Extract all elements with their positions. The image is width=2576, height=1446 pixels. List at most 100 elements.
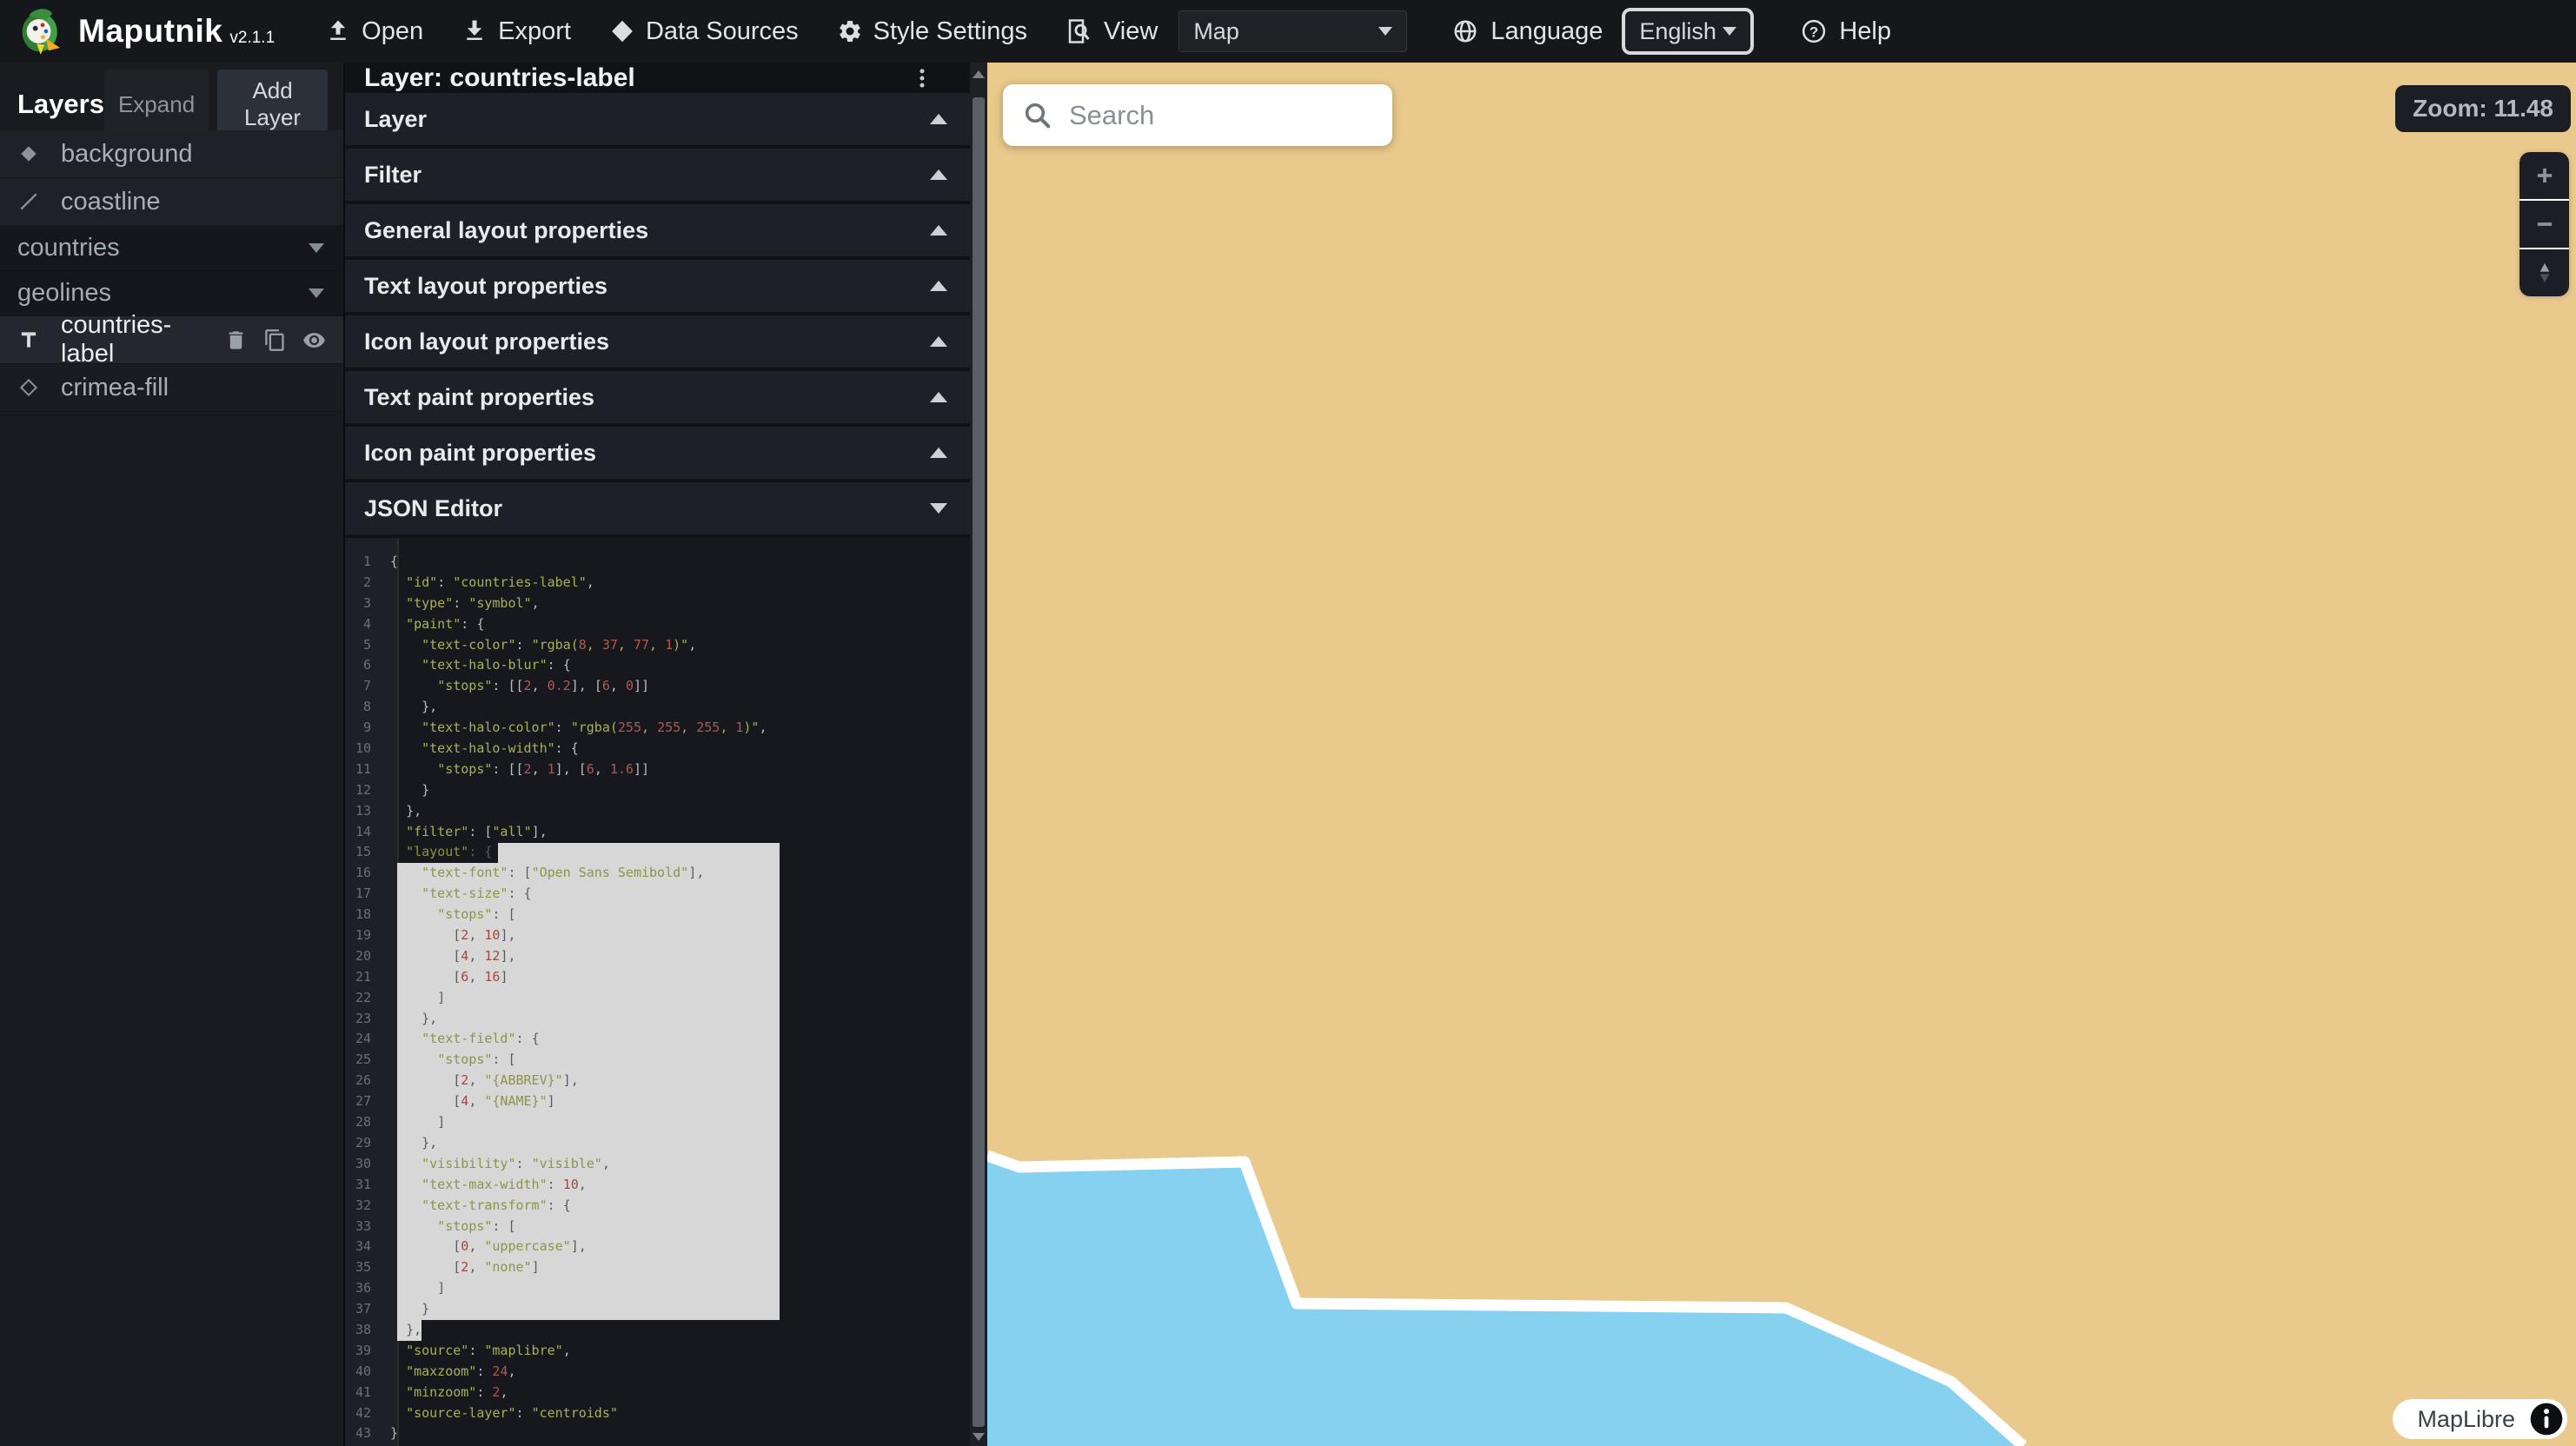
duplicate-layer-button[interactable] (263, 328, 287, 352)
section-text-paint-properties[interactable]: Text paint properties (345, 371, 970, 423)
json-editor[interactable]: 1{2 "id": "countries-label",3 "type": "s… (345, 538, 970, 1446)
code-line[interactable]: 1{ (345, 552, 970, 573)
code-line[interactable]: 38 }, (345, 1320, 970, 1341)
toggle-visibility-button[interactable] (302, 328, 326, 352)
kebab-menu-icon[interactable] (911, 67, 933, 90)
code-line[interactable]: 36 ] (345, 1278, 970, 1299)
code-line[interactable]: 13 }, (345, 801, 970, 822)
layer-group-countries[interactable]: countries (0, 226, 343, 271)
section-text-layout-properties[interactable]: Text layout properties (345, 260, 970, 312)
section-label: Icon layout properties (364, 328, 609, 355)
search-input[interactable] (1069, 100, 1373, 131)
delete-layer-button[interactable] (224, 328, 248, 352)
code-line[interactable]: 42 "source-layer": "centroids" (345, 1403, 970, 1424)
line-number: 35 (345, 1257, 385, 1278)
line-number: 1 (345, 552, 385, 573)
export-icon (461, 18, 488, 44)
line-number: 7 (345, 676, 385, 697)
scrollbar-thumb[interactable] (973, 97, 985, 1427)
code-line[interactable]: 43} (345, 1423, 970, 1444)
code-line[interactable]: 20 [4, 12], (345, 946, 970, 967)
code-line[interactable]: 24 "text-field": { (345, 1029, 970, 1050)
language-select[interactable]: English (1622, 8, 1754, 55)
code-line[interactable]: 3 "type": "symbol", (345, 594, 970, 614)
section-general-layout-properties[interactable]: General layout properties (345, 204, 970, 256)
code-line[interactable]: 16 "text-font": ["Open Sans Semibold"], (345, 863, 970, 884)
code-line[interactable]: 14 "filter": ["all"], (345, 822, 970, 843)
section-filter[interactable]: Filter (345, 149, 970, 201)
chevron-up-icon (930, 336, 947, 347)
code-line[interactable]: 6 "text-halo-blur": { (345, 655, 970, 676)
line-number: 31 (345, 1175, 385, 1196)
code-line[interactable]: 34 [0, "uppercase"], (345, 1237, 970, 1257)
menu-style-settings[interactable]: Style Settings (837, 17, 1027, 46)
code-line[interactable]: 22 ] (345, 988, 970, 1009)
code-line[interactable]: 9 "text-halo-color": "rgba(255, 255, 255… (345, 718, 970, 739)
line-number: 38 (345, 1320, 385, 1341)
layer-row-crimea-fill[interactable]: crimea-fill (0, 364, 343, 412)
code-line[interactable]: 12 } (345, 780, 970, 801)
view-select[interactable]: Map (1178, 10, 1407, 52)
code-line[interactable]: 23 }, (345, 1009, 970, 1030)
code-line[interactable]: 26 [2, "{ABBREV}"], (345, 1071, 970, 1091)
code-line[interactable]: 30 "visibility": "visible", (345, 1154, 970, 1175)
data-sources-icon (609, 18, 635, 44)
code-line[interactable]: 2 "id": "countries-label", (345, 573, 970, 594)
section-icon-paint-properties[interactable]: Icon paint properties (345, 427, 970, 479)
code-line[interactable]: 21 [6, 16] (345, 967, 970, 988)
zoom-in-button[interactable] (2520, 152, 2569, 199)
pitch-reset-button[interactable] (2520, 249, 2569, 296)
code-line[interactable]: 7 "stops": [[2, 0.2], [6, 0]] (345, 676, 970, 697)
scroll-up-arrow-icon[interactable] (970, 66, 987, 82)
layers-header: Layers Expand Add Layer (0, 63, 343, 130)
code-line[interactable]: 40 "maxzoom": 24, (345, 1362, 970, 1383)
code-line[interactable]: 37 } (345, 1299, 970, 1320)
code-line[interactable]: 8 }, (345, 697, 970, 718)
expand-button[interactable]: Expand (104, 70, 209, 139)
section-layer[interactable]: Layer (345, 93, 970, 145)
code-line[interactable]: 28 ] (345, 1112, 970, 1133)
layer-list: backgroundcoastlinecountriesgeolinescoun… (0, 130, 343, 412)
code-line[interactable]: 27 [4, "{NAME}"] (345, 1091, 970, 1112)
attribution-label[interactable]: MapLibre (2417, 1406, 2515, 1433)
code-line[interactable]: 4 "paint": { (345, 614, 970, 635)
code-line[interactable]: 39 "source": "maplibre", (345, 1341, 970, 1362)
code-line[interactable]: 31 "text-max-width": 10, (345, 1175, 970, 1196)
menu-export[interactable]: Export (461, 17, 571, 46)
map-canvas[interactable]: Zoom: 11.48 MapLibre (987, 63, 2576, 1446)
code-line[interactable]: 15 "layout": { (345, 842, 970, 863)
scroll-down-arrow-icon[interactable] (970, 1429, 987, 1444)
help-button[interactable]: ? Help (1801, 17, 1891, 46)
code-line[interactable]: 18 "stops": [ (345, 905, 970, 925)
code-line[interactable]: 11 "stops": [[2, 1], [6, 1.6]] (345, 759, 970, 780)
section-icon-layout-properties[interactable]: Icon layout properties (345, 315, 970, 368)
layer-group-geolines[interactable]: geolines (0, 271, 343, 316)
code-line[interactable]: 17 "text-size": { (345, 884, 970, 905)
info-icon[interactable] (2529, 1402, 2564, 1436)
menu-label: Open (362, 17, 423, 46)
code-line[interactable]: 25 "stops": [ (345, 1050, 970, 1071)
layer-row-countries-label[interactable]: countries-label (0, 316, 343, 364)
zoom-out-button[interactable] (2520, 201, 2569, 248)
panel-scrollbar[interactable] (970, 63, 987, 1446)
add-layer-button[interactable]: Add Layer (217, 70, 328, 139)
code-line[interactable]: 19 [2, 10], (345, 925, 970, 946)
section-json-editor[interactable]: JSON Editor (345, 482, 970, 534)
code-line[interactable]: 35 [2, "none"] (345, 1257, 970, 1278)
code-line[interactable]: 29 }, (345, 1133, 970, 1154)
svg-text:?: ? (1809, 23, 1818, 40)
code-line[interactable]: 32 "text-transform": { (345, 1196, 970, 1217)
menu-open[interactable]: Open (325, 17, 423, 46)
plus-icon (2533, 163, 2557, 188)
line-number: 17 (345, 884, 385, 905)
line-number: 10 (345, 739, 385, 759)
code-line[interactable]: 33 "stops": [ (345, 1217, 970, 1237)
menu-data-sources[interactable]: Data Sources (609, 17, 799, 46)
code-line[interactable]: 41 "minzoom": 2, (345, 1383, 970, 1403)
code-line[interactable]: 5 "text-color": "rgba(8, 37, 77, 1)", (345, 635, 970, 656)
layer-row-coastline[interactable]: coastline (0, 178, 343, 226)
code-line[interactable]: 10 "text-halo-width": { (345, 739, 970, 759)
brand: Maputnik v2.1.1 (19, 6, 275, 56)
section-label: Icon paint properties (364, 440, 596, 467)
layer-row-background[interactable]: background (0, 130, 343, 178)
